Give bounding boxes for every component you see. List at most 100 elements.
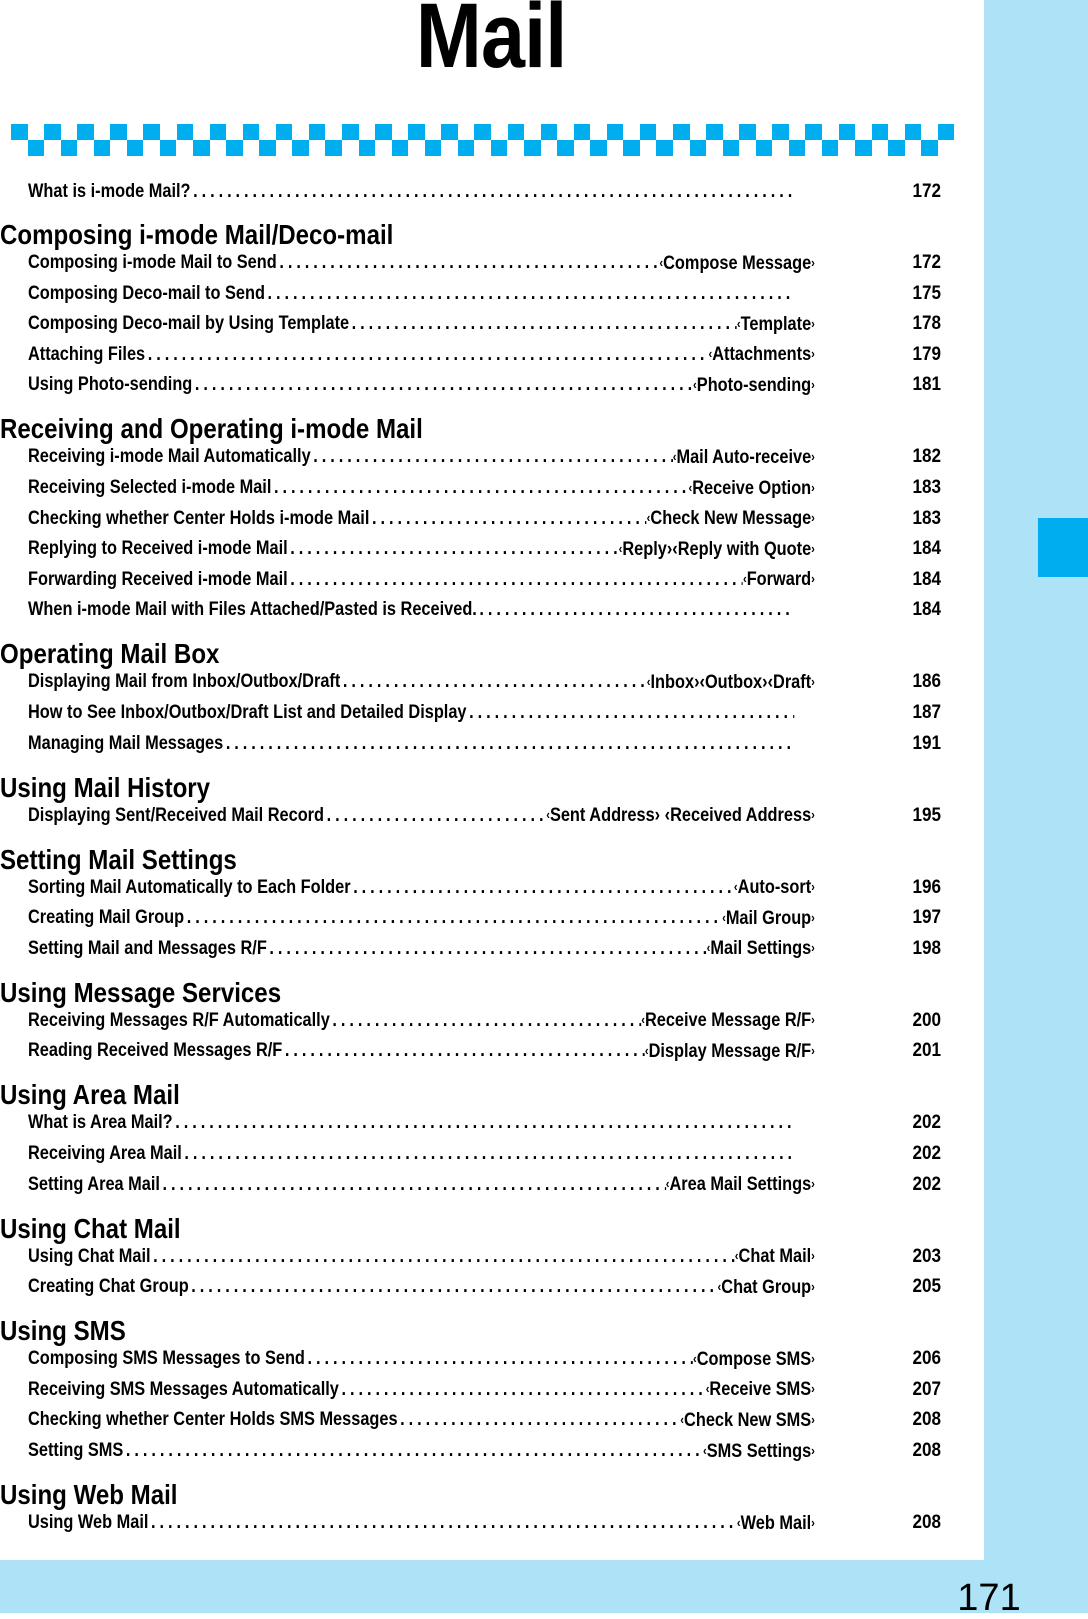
dot-leader: ........................................… <box>191 1276 718 1298</box>
toc-entry-line: Composing Deco-mail to Send.............… <box>28 282 815 306</box>
toc-entry-line: When i-mode Mail with Files Attached/Pas… <box>28 598 815 622</box>
toc-entry[interactable]: Receiving Area Mail.....................… <box>28 1142 943 1166</box>
toc-entry[interactable]: Checking whether Center Holds SMS Messag… <box>28 1408 943 1432</box>
toc-entry-label: Managing Mail Messages <box>28 732 224 754</box>
toc-entry-menu-tag: ‹Compose SMS› <box>693 1347 815 1372</box>
toc-entry-line: What is i-mode Mail?....................… <box>28 180 815 204</box>
menu-tag-text: Reply›‹Reply with Quote <box>622 538 812 560</box>
toc-entry[interactable]: What is i-mode Mail?....................… <box>28 180 943 204</box>
toc-entry-line: Using Photo-sending.....................… <box>28 373 815 398</box>
checker-square <box>60 140 78 156</box>
toc-entry-page: 183 <box>912 477 941 498</box>
checker-square <box>292 140 309 156</box>
toc-entry[interactable]: Composing Deco-mail to Send.............… <box>28 282 943 306</box>
toc-entry[interactable]: Using Chat Mail.........................… <box>28 1245 943 1269</box>
checker-square <box>540 124 558 140</box>
toc-entry[interactable]: Managing Mail Messages..................… <box>28 732 943 756</box>
checker-square <box>805 124 822 140</box>
toc-entry-line: Replying to Received i-mode Mail........… <box>28 537 815 562</box>
toc-entry-menu-tag: ‹Check New Message› <box>647 506 815 531</box>
menu-tag-text: Receive Option <box>692 477 812 499</box>
toc-entry-page: 202 <box>912 1112 941 1134</box>
checker-square <box>209 124 227 140</box>
page-number: 171 <box>957 1577 1021 1619</box>
checker-square <box>689 140 706 156</box>
checker-square <box>639 124 657 140</box>
toc-entry-label: Creating Mail Group <box>28 907 185 929</box>
toc-entry[interactable]: Attaching Files.........................… <box>28 343 943 367</box>
toc-entry[interactable]: Reading Received Messages R/F...........… <box>28 1039 943 1063</box>
checker-square <box>441 124 458 140</box>
menu-tag-text: Check New SMS <box>684 1409 812 1431</box>
right-angle-bracket: › <box>811 1442 815 1458</box>
section-heading: Using Mail History <box>0 771 211 803</box>
toc-entry[interactable]: Setting Mail and Messages R/F...........… <box>28 937 943 961</box>
toc-entry[interactable]: Composing i-mode Mail to Send...........… <box>28 251 943 275</box>
toc-entry-page: 182 <box>912 446 941 468</box>
toc-entry-line: Using Chat Mail.........................… <box>28 1244 815 1269</box>
dot-leader: ........................................… <box>284 1040 645 1062</box>
right-angle-bracket: › <box>811 479 815 495</box>
toc-entry[interactable]: Receiving SMS Messages Automatically....… <box>28 1378 943 1402</box>
toc-entry[interactable]: Displaying Mail from Inbox/Outbox/Draft.… <box>28 670 943 694</box>
toc-entry[interactable]: What is Area Mail?......................… <box>28 1111 943 1135</box>
toc-entry[interactable]: Receiving Messages R/F Automatically....… <box>28 1009 943 1033</box>
checker-square <box>27 140 44 156</box>
toc-entry[interactable]: Composing SMS Messages to Send..........… <box>28 1347 943 1371</box>
toc-entry[interactable]: Replying to Received i-mode Mail........… <box>28 537 943 561</box>
toc-entry[interactable]: Checking whether Center Holds i-mode Mai… <box>28 507 943 531</box>
toc-entry-label: Receiving Messages R/F Automatically <box>28 1009 330 1031</box>
chapter-tab-marker[interactable] <box>1038 518 1088 577</box>
toc-entry-label: Forwarding Received i-mode Mail <box>28 568 288 590</box>
toc-entry-label: Using Photo-sending <box>28 374 193 396</box>
menu-tag-text: Auto-sort <box>737 877 812 899</box>
toc-entry-label: Sorting Mail Automatically to Each Folde… <box>28 876 351 898</box>
toc-entry-page: 203 <box>912 1245 941 1267</box>
toc-entry-page: 172 <box>912 181 941 202</box>
toc-entry[interactable]: Forwarding Received i-mode Mail.........… <box>28 568 943 592</box>
checker-square <box>176 124 193 140</box>
toc-entry-page: 197 <box>912 907 941 929</box>
checker-square <box>159 140 177 156</box>
toc-entry-line: Checking whether Center Holds i-mode Mai… <box>28 506 815 531</box>
toc-entry-page: 208 <box>912 1440 941 1461</box>
toc-entry[interactable]: Using Photo-sending.....................… <box>28 373 943 397</box>
toc-entry[interactable]: How to See Inbox/Outbox/Draft List and D… <box>28 701 943 725</box>
right-angle-bracket: › <box>811 1350 815 1366</box>
toc-entry[interactable]: Receiving Selected i-mode Mail..........… <box>28 476 943 500</box>
toc-entry-menu-tag: ‹Chat Mail› <box>735 1244 815 1269</box>
bottom-band <box>0 1560 1088 1613</box>
checker-square <box>275 124 293 140</box>
dot-leader: ........................................… <box>184 1143 794 1164</box>
toc-entry-label: Creating Chat Group <box>28 1276 189 1298</box>
toc-entry[interactable]: Creating Chat Group.....................… <box>28 1275 943 1299</box>
toc-entry-menu-tag: ‹SMS Settings› <box>703 1439 815 1464</box>
checker-square <box>143 124 160 140</box>
section-heading: Using Web Mail <box>0 1479 178 1510</box>
toc-entry-page: 191 <box>912 732 941 754</box>
toc-entry[interactable]: Using Web Mail..........................… <box>28 1511 943 1535</box>
checker-square <box>226 140 243 156</box>
checker-square <box>755 140 773 156</box>
checker-square <box>838 124 855 140</box>
checker-square <box>904 124 922 140</box>
checker-square <box>606 124 624 140</box>
toc-entry[interactable]: Setting SMS.............................… <box>28 1439 943 1463</box>
toc-entry-line: Managing Mail Messages..................… <box>28 732 815 756</box>
toc-entry[interactable]: Sorting Mail Automatically to Each Folde… <box>28 876 943 900</box>
menu-tag-text: Mail Auto-receive <box>676 446 812 468</box>
checker-square <box>308 124 326 140</box>
toc-entry-line: Attaching Files.........................… <box>28 342 815 367</box>
toc-entry-menu-tag: ‹Sent Address› ‹Received Address› <box>546 803 815 828</box>
menu-tag-text: Mail Group <box>725 907 812 929</box>
toc-entry[interactable]: Displaying Sent/Received Mail Record....… <box>28 804 943 828</box>
toc-entry[interactable]: Receiving i-mode Mail Automatically.....… <box>28 445 943 469</box>
section-heading: Using Chat Mail <box>0 1212 181 1244</box>
toc-entry[interactable]: Setting Area Mail.......................… <box>28 1173 943 1197</box>
toc-entry[interactable]: When i-mode Mail with Files Attached/Pas… <box>28 598 943 622</box>
menu-tag-text: Display Message R/F <box>648 1040 812 1062</box>
toc-entry[interactable]: Composing Deco-mail by Using Template...… <box>28 312 943 336</box>
toc-entry[interactable]: Creating Mail Group.....................… <box>28 906 943 930</box>
checker-square <box>706 124 723 140</box>
toc-entry-label: What is i-mode Mail? <box>28 181 191 202</box>
